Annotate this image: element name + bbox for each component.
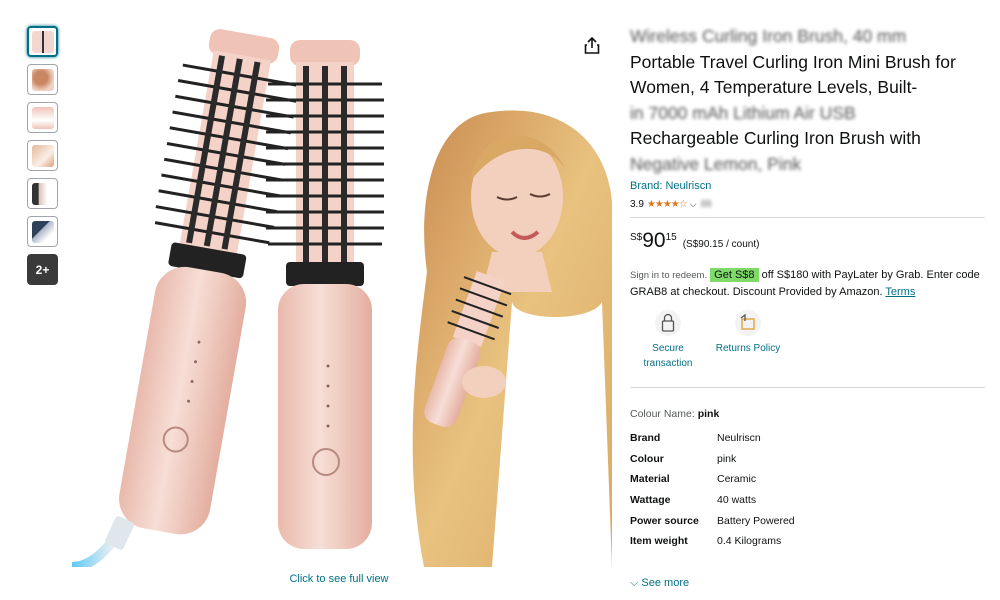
spec-key: Brand <box>630 432 661 444</box>
spec-value: Neulriscn <box>717 432 761 444</box>
thumbnail-strip: 2+ <box>27 26 60 292</box>
spec-row: Item weight 0.4 Kilograms <box>630 533 871 554</box>
terms-link[interactable]: Terms <box>885 286 915 298</box>
title-part-blurred: in 7000 mAh Lithium Air USB <box>630 102 856 123</box>
sign-in-text: Sign in to redeem. <box>630 270 708 281</box>
more-images-button[interactable]: 2+ <box>27 254 58 285</box>
title-part: Rechargeable Curling Iron Brush with <box>630 128 921 148</box>
divider <box>630 387 985 388</box>
thumbnail-image <box>31 106 54 129</box>
spec-row: Wattage 40 watts <box>630 492 871 513</box>
title-part-blurred: Wireless Curling Iron Brush, 40 mm <box>630 26 907 46</box>
product-specs-table: Brand Neulriscn Colour pink Material Ceramic W… <box>630 430 871 556</box>
spec-row: Product4.5D x 5.1W x 20.5H centimetres <box>630 554 871 556</box>
colour-label: Colour Name: <box>630 408 698 420</box>
spec-row: Brand Neulriscn <box>630 430 871 451</box>
more-images-label: 2+ <box>35 262 50 277</box>
feature-secure-transaction[interactable]: Secure transaction <box>630 309 706 371</box>
thumbnail-image <box>31 68 54 91</box>
main-product-image[interactable] <box>72 22 612 567</box>
thumbnail-2[interactable] <box>27 64 58 95</box>
price-fraction: 15 <box>665 232 677 243</box>
promo-badge: Get S$8 <box>710 268 759 282</box>
thumbnail-1[interactable] <box>27 26 58 57</box>
spec-row: Colour pink <box>630 451 871 472</box>
thumbnail-6[interactable] <box>27 216 58 247</box>
model-photo <box>412 110 612 567</box>
title-part-blurred: Negative Lemon, Pink <box>630 153 802 174</box>
price-currency: S$ <box>630 232 643 243</box>
share-icon[interactable] <box>582 36 602 56</box>
brush-center <box>266 40 384 549</box>
thumbnail-5[interactable] <box>27 178 58 209</box>
spec-value: 40 watts <box>717 494 757 507</box>
lock-icon <box>655 310 681 336</box>
thumbnail-3[interactable] <box>27 102 58 133</box>
full-view-link[interactable]: Click to see full view <box>72 573 606 585</box>
price: S$ 90 15 (S$90.15 / count) <box>630 230 985 258</box>
spec-key: Material <box>630 473 670 486</box>
spec-row: Power source Battery Powered <box>630 513 871 534</box>
promo-offer: Sign in to redeem. Get S$8 off S$180 wit… <box>630 267 985 300</box>
thumbnail-4[interactable] <box>27 140 58 171</box>
divider <box>630 217 985 218</box>
spec-value: pink <box>717 452 737 465</box>
specs-container: Brand Neulriscn Colour pink Material Ceramic W… <box>630 420 985 556</box>
rating-value: 3.9 <box>630 198 644 210</box>
thumbnail-image <box>31 144 54 167</box>
spec-value: Ceramic <box>717 473 757 486</box>
spec-key: Wattage <box>630 494 671 507</box>
thumbnail-image <box>31 220 54 243</box>
thumbnail-image <box>31 30 54 53</box>
price-whole: 90 <box>642 229 666 252</box>
feature-label: Returns Policy <box>715 343 781 354</box>
chevron-down-icon[interactable]: ⌵ <box>690 199 697 210</box>
feature-icons: Secure transaction Returns Policy <box>630 309 985 371</box>
spec-value: Battery Powered <box>717 514 795 527</box>
spec-key: Colour <box>630 452 664 465</box>
star-rating-icon: ★★★★☆ <box>646 198 688 210</box>
title-part: Portable Travel Curling Iron Mini Brush … <box>630 51 956 98</box>
see-more-label: See more <box>641 577 690 589</box>
spec-row: Material Ceramic <box>630 471 871 492</box>
colour-value: pink <box>697 408 720 420</box>
brand-link[interactable]: Brand: Neulriscn <box>630 180 985 192</box>
see-more-link[interactable]: ⌵ See more <box>630 577 689 590</box>
rating-count[interactable]: 88 <box>701 199 712 210</box>
thumbnail-image <box>31 182 54 205</box>
feature-label: Secure transaction <box>643 343 693 369</box>
returns-icon <box>735 310 761 336</box>
spec-value: 0.4 Kilograms <box>717 535 782 548</box>
colour-name: Colour Name: pink <box>630 408 985 420</box>
spec-key: Product <box>630 554 717 556</box>
product-info: Wireless Curling Iron Brush, 40 mm Porta… <box>630 24 985 556</box>
spec-key: Power source <box>630 514 699 527</box>
rating-row[interactable]: 3.9 ★★★★☆ ⌵ 88 <box>630 197 985 211</box>
spec-value: 4.5D x 5.1W x 20.5H centimetres <box>717 554 871 556</box>
chevron-down-icon: ⌵ <box>630 577 639 589</box>
spec-key: Item weight <box>630 535 688 548</box>
unit-price: (S$90.15 / count) <box>682 239 760 250</box>
product-title: Wireless Curling Iron Brush, 40 mm Porta… <box>630 24 985 177</box>
feature-returns-policy[interactable]: Returns Policy <box>710 309 786 371</box>
